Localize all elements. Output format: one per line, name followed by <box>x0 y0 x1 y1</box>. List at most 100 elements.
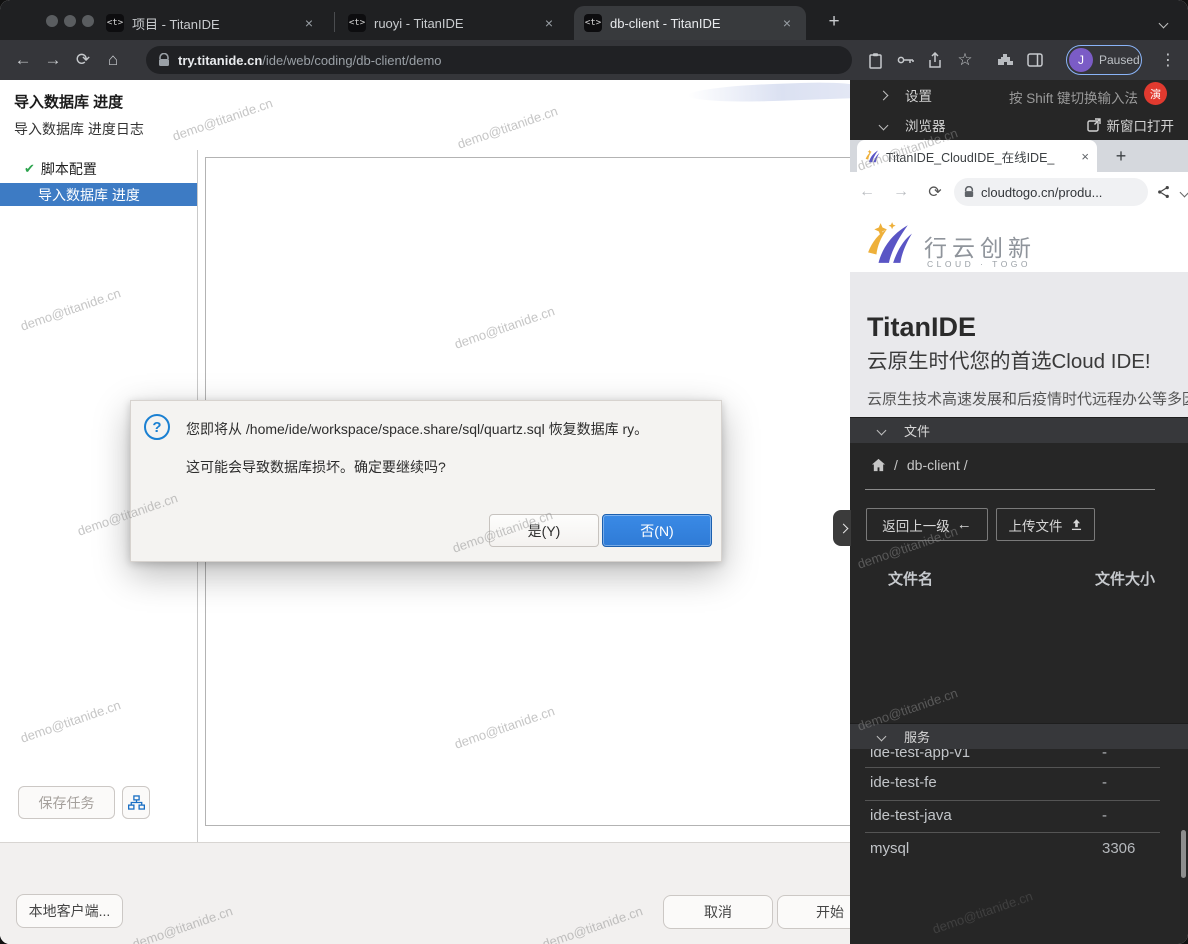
profile-button[interactable]: J Paused <box>1066 45 1142 75</box>
lock-icon <box>964 186 974 198</box>
browser-label: 浏览器 <box>905 115 946 135</box>
home-icon[interactable]: ⌂ <box>98 50 128 70</box>
sitemap-icon <box>128 795 145 810</box>
tab-search-chevron-icon[interactable] <box>1160 14 1167 32</box>
tab-project[interactable]: <t> 项目 - TitanIDE × <box>96 6 328 40</box>
service-name[interactable]: ide-test-java <box>870 807 952 824</box>
mini-reload-icon[interactable]: ⟳ <box>918 182 952 202</box>
bookmark-star-icon[interactable]: ☆ <box>950 50 980 70</box>
reload-icon[interactable]: ⟳ <box>68 50 98 70</box>
go-up-button[interactable]: 返回上一级 ← <box>866 508 988 541</box>
upload-label: 上传文件 <box>1009 515 1063 535</box>
row-divider <box>865 832 1160 833</box>
row-divider <box>865 767 1160 768</box>
sitemap-icon-button[interactable] <box>122 786 150 819</box>
step-import-progress-selected[interactable]: 导入数据库 进度 <box>0 183 197 206</box>
clipboard-icon[interactable] <box>860 52 890 69</box>
cloudtogo-favicon-icon <box>865 149 880 163</box>
service-name[interactable]: mysql <box>870 840 909 857</box>
service-port: 3306 <box>1102 840 1135 857</box>
new-tab-button[interactable]: + <box>820 8 848 36</box>
mini-share-icon[interactable] <box>1156 184 1171 200</box>
panel-scrollbar[interactable] <box>1181 830 1186 878</box>
mini-tab-active[interactable]: TitanIDE_CloudIDE_在线IDE_ × <box>857 140 1097 172</box>
mini-back-icon[interactable]: ← <box>850 183 884 201</box>
extensions-puzzle-icon[interactable] <box>990 52 1020 68</box>
chevron-right-icon <box>838 523 848 533</box>
mini-new-tab-button[interactable]: + <box>1108 144 1134 168</box>
hero-section: TitanIDE 云原生时代您的首选Cloud IDE! 云原生技术高速发展和后… <box>850 272 1188 417</box>
step-label: 导入数据库 进度 <box>38 185 140 205</box>
chevron-down-icon <box>877 732 887 742</box>
step-script-config[interactable]: ✔ 脚本配置 <box>0 157 197 181</box>
home-icon[interactable] <box>871 458 886 472</box>
tab-close-icon[interactable]: × <box>540 14 558 32</box>
page-subtitle: 导入数据库 进度日志 <box>14 119 144 139</box>
settings-section-header[interactable]: 设置 按 Shift 键切换输入法 演 <box>850 80 1188 110</box>
tab-title: db-client - TitanIDE <box>610 16 770 31</box>
back-icon[interactable]: ← <box>8 50 38 70</box>
cloudtogo-logo <box>866 221 914 265</box>
profile-status: Paused <box>1099 53 1140 67</box>
mini-address-bar[interactable]: cloudtogo.cn/produ... <box>954 178 1148 206</box>
breadcrumb-separator: / <box>894 457 898 473</box>
filename-column-header: 文件名 <box>888 568 933 589</box>
mini-chevron-down-icon[interactable] <box>1180 187 1188 197</box>
browser-menu-icon[interactable]: ⋮ <box>1160 50 1176 70</box>
decorative-swoosh <box>688 81 858 104</box>
save-task-button[interactable]: 保存任务 <box>18 786 115 819</box>
open-new-window-button[interactable]: 新窗口打开 <box>1087 115 1175 135</box>
service-name[interactable]: ide-test-fe <box>870 774 937 791</box>
titanide-favicon-icon: <t> <box>348 14 366 32</box>
breadcrumb-path[interactable]: db-client / <box>907 457 968 473</box>
hero-paragraph: 云原生技术高速发展和后疫情时代远程办公等多因素 <box>867 388 1188 409</box>
tab-strip: <t> 项目 - TitanIDE × <t> ruoyi - TitanIDE… <box>0 0 1188 40</box>
tab-db-client-active[interactable]: <t> db-client - TitanIDE × <box>574 6 806 40</box>
filesize-column-header: 文件大小 <box>1095 568 1155 589</box>
forward-icon[interactable]: → <box>38 50 68 70</box>
cancel-button[interactable]: 取消 <box>663 895 773 929</box>
browser-section-header[interactable]: 浏览器 新窗口打开 <box>850 110 1188 140</box>
avatar: J <box>1069 48 1093 72</box>
page-title: 导入数据库 进度 <box>14 91 123 112</box>
upload-file-button[interactable]: 上传文件 <box>996 508 1095 541</box>
address-bar[interactable]: try.titanide.cn/ide/web/coding/db-client… <box>146 46 852 74</box>
panel-collapse-handle[interactable] <box>833 510 851 546</box>
window-maximize-button[interactable] <box>82 15 94 27</box>
titanide-favicon-icon: <t> <box>106 14 124 32</box>
mini-forward-icon[interactable]: → <box>884 183 918 201</box>
settings-label: 设置 <box>905 85 932 105</box>
toolbar-actions: ☆ <box>860 46 1050 74</box>
tab-close-icon[interactable]: × <box>300 14 318 32</box>
no-button[interactable]: 否(N) <box>602 514 712 547</box>
window-close-button[interactable] <box>46 15 58 27</box>
chevron-down-icon <box>877 426 887 436</box>
demo-badge[interactable]: 演 <box>1144 82 1167 105</box>
tab-separator <box>334 12 335 32</box>
check-icon: ✔ <box>24 161 35 177</box>
step-label: 脚本配置 <box>41 159 97 179</box>
tab-title: 项目 - TitanIDE <box>132 14 292 33</box>
open-new-window-icon <box>1087 118 1101 132</box>
password-key-icon[interactable] <box>890 55 920 65</box>
local-client-button[interactable]: 本地客户端... <box>16 894 123 928</box>
file-breadcrumb: / db-client / <box>850 450 1188 480</box>
upload-icon <box>1070 518 1083 531</box>
tab-title: ruoyi - TitanIDE <box>374 16 532 31</box>
services-section-header[interactable]: 服务 <box>850 723 1188 749</box>
tab-ruoyi[interactable]: <t> ruoyi - TitanIDE × <box>338 6 568 40</box>
tab-close-icon[interactable]: × <box>778 14 796 32</box>
window-minimize-button[interactable] <box>64 15 76 27</box>
brand-subtitle: CLOUD · TOGO <box>927 259 1031 269</box>
mini-toolbar: ← → ⟳ cloudtogo.cn/produ... <box>850 172 1188 212</box>
side-panel-icon[interactable] <box>1020 53 1050 67</box>
mini-url: cloudtogo.cn/produ... <box>981 185 1102 200</box>
files-section-label: 文件 <box>904 421 930 440</box>
files-section-header[interactable]: 文件 <box>850 417 1188 443</box>
yes-button[interactable]: 是(Y) <box>489 514 599 547</box>
mini-tab-close-icon[interactable]: × <box>1081 149 1089 164</box>
hero-subtitle: 云原生时代您的首选Cloud IDE! <box>867 344 1151 374</box>
dialog-message-2: 这可能会导致数据库损坏。确定要继续吗? <box>186 457 446 477</box>
share-icon[interactable] <box>920 52 950 69</box>
url-domain: try.titanide.cn <box>178 53 262 68</box>
